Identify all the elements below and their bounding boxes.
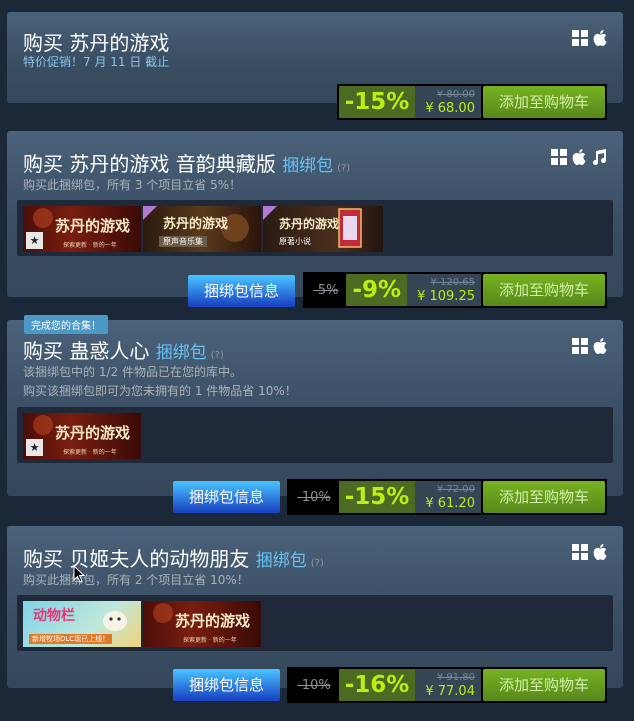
bundle-title: 购买 苏丹的游戏 音韵典藏版 捆绑包 (?)	[23, 148, 350, 177]
capsule-banner: 原著小说	[279, 237, 311, 246]
bundle-block-2: 完成您的合集！ 购买 蛊惑人心 捆绑包 (?) 该捆绑包中的 1/2 件物品已在您…	[7, 315, 623, 496]
bundle-title: 购买 蛊惑人心 捆绑包 (?)	[23, 335, 224, 364]
purchase-action-main: -15% ¥ 80.00 ¥ 68.00 添加至购物车	[336, 84, 607, 120]
bundle-discount: -10%	[297, 489, 331, 505]
bundle-discount: -10%	[297, 677, 331, 693]
capsule-sub: 探索更新 · 新的一年	[63, 242, 117, 249]
price-box: ¥ 120.65 ¥ 109.25	[407, 274, 481, 306]
windows-icon	[572, 338, 588, 354]
final-price: ¥ 77.04	[425, 683, 475, 699]
apple-icon	[572, 149, 586, 165]
final-price: ¥ 109.25	[417, 288, 475, 304]
complete-collection-badge: 完成您的合集！	[24, 315, 108, 334]
svg-text:苏丹的游戏: 苏丹的游戏	[55, 424, 130, 442]
apple-icon	[593, 338, 607, 354]
apple-icon	[593, 30, 607, 46]
add-to-cart-button[interactable]: 添加至购物车	[482, 669, 605, 701]
bundle-info-button[interactable]: 捆绑包信息	[188, 275, 296, 307]
original-price: ¥ 72.00	[436, 483, 475, 495]
original-price: ¥ 120.65	[430, 276, 475, 288]
capsule-sultan[interactable]: 苏丹的游戏 探索更新 · 新的一年 ★	[23, 413, 141, 459]
discount-pct: -9%	[346, 274, 408, 306]
purchase-action-bundle-1: -5% -9% ¥ 120.65 ¥ 109.25 添加至购物车	[303, 272, 607, 308]
capsule-sub: 探索更新 · 新的一年	[63, 449, 117, 456]
capsule-sub: 新增牧场DLC现已上线！	[29, 634, 113, 644]
bundle-items-strip: 动物栏 新增牧场DLC现已上线！ 苏丹的游戏 探索更新 · 新的一年	[17, 595, 613, 651]
bundle-title-text: 购买 苏丹的游戏 音韵典藏版	[23, 152, 276, 176]
windows-icon	[572, 544, 588, 560]
price-box: ¥ 72.00 ¥ 61.20	[415, 481, 481, 513]
original-price: ¥ 91.80	[436, 671, 475, 683]
svg-text:苏丹的游戏: 苏丹的游戏	[163, 216, 228, 232]
bundle-discount: -5%	[313, 282, 339, 298]
purchase-action-bundle-2: -10% -15% ¥ 72.00 ¥ 61.20 添加至购物车	[287, 479, 607, 515]
help-link[interactable]: (?)	[211, 350, 224, 361]
purchase-action-bundle-3: -10% -16% ¥ 91.80 ¥ 77.04 添加至购物车	[287, 667, 607, 703]
bundle-items-strip: 苏丹的游戏 探索更新 · 新的一年 ★	[17, 407, 613, 463]
capsule-sultan[interactable]: 苏丹的游戏 探索更新 · 新的一年	[143, 601, 261, 647]
platform-icons	[551, 149, 607, 165]
star-icon: ★	[26, 439, 43, 456]
bundle-word: 捆绑包	[255, 551, 307, 571]
apple-icon	[593, 544, 607, 560]
bundle-desc: 购买此捆绑包，所有 3 个项目立省 5%！	[23, 178, 242, 192]
music-icon	[593, 149, 606, 165]
bundle-info-button[interactable]: 捆绑包信息	[173, 669, 281, 701]
capsule-logo: 苏丹的游戏	[55, 217, 130, 235]
final-price: ¥ 68.00	[425, 100, 475, 116]
svg-text:苏丹的游戏: 苏丹的游戏	[279, 216, 339, 231]
help-link[interactable]: (?)	[311, 558, 324, 569]
bundle-desc-line2: 购买该捆绑包即可为您未拥有的 1 件物品省 10%！	[23, 384, 297, 398]
price-box: ¥ 91.80 ¥ 77.04	[415, 669, 481, 701]
platform-icons	[572, 30, 607, 46]
capsule-sub: 探索更新 · 新的一年	[183, 637, 237, 644]
capsule-novel[interactable]: 苏丹的游戏 原著小说	[263, 206, 383, 252]
platform-icons	[572, 338, 607, 354]
bundle-word: 捆绑包	[155, 343, 207, 363]
add-to-cart-button[interactable]: 添加至购物车	[482, 481, 605, 513]
capsule-soundtrack[interactable]: 苏丹的游戏 原声音乐集	[143, 206, 261, 252]
discount-pct: -16%	[338, 669, 416, 701]
bundle-title-text: 购买 蛊惑人心	[23, 339, 150, 363]
svg-text:苏丹的游戏: 苏丹的游戏	[175, 612, 250, 630]
capsule-sultan[interactable]: 苏丹的游戏 探索更新 · 新的一年 ★	[23, 206, 141, 252]
capsule-animal-farm[interactable]: 动物栏 新增牧场DLC现已上线！	[23, 601, 141, 647]
add-to-cart-button[interactable]: 添加至购物车	[482, 274, 605, 306]
bundle-word: 捆绑包	[282, 156, 334, 176]
capsule-banner: 原声音乐集	[159, 236, 207, 247]
original-price: ¥ 80.00	[436, 88, 475, 100]
windows-icon	[551, 149, 567, 165]
star-icon: ★	[26, 232, 43, 249]
bundle-info-button[interactable]: 捆绑包信息	[173, 481, 281, 513]
final-price: ¥ 61.20	[425, 495, 475, 511]
bundle-title: 购买 贝姬夫人的动物朋友 捆绑包 (?)	[23, 543, 324, 572]
bundle-items-strip: 苏丹的游戏 探索更新 · 新的一年 ★ 苏丹的游戏 原声音乐集 苏丹的游戏 原著…	[17, 200, 613, 256]
purchase-title: 购买 苏丹的游戏	[23, 31, 170, 55]
bundle-block-3: 购买 贝姬夫人的动物朋友 捆绑包 (?) 购买此捆绑包，所有 2 个项目立省 10…	[7, 526, 623, 688]
bundle-title-text: 购买 贝姬夫人的动物朋友	[23, 547, 250, 571]
promo-text: 特价促销！7 月 11 日 截止	[23, 55, 170, 69]
bundle-desc: 购买此捆绑包，所有 2 个项目立省 10%！	[23, 573, 249, 587]
windows-icon	[572, 30, 588, 46]
cursor-icon	[73, 565, 85, 583]
help-link[interactable]: (?)	[337, 163, 350, 174]
price-box: ¥ 80.00 ¥ 68.00	[415, 86, 481, 118]
platform-icons	[572, 544, 607, 560]
add-to-cart-button[interactable]: 添加至购物车	[482, 86, 605, 118]
discount-pct: -15%	[338, 86, 416, 118]
discount-pct: -15%	[338, 481, 416, 513]
bundle-desc-line1: 该捆绑包中的 1/2 件物品已在您的库中。	[23, 365, 242, 379]
